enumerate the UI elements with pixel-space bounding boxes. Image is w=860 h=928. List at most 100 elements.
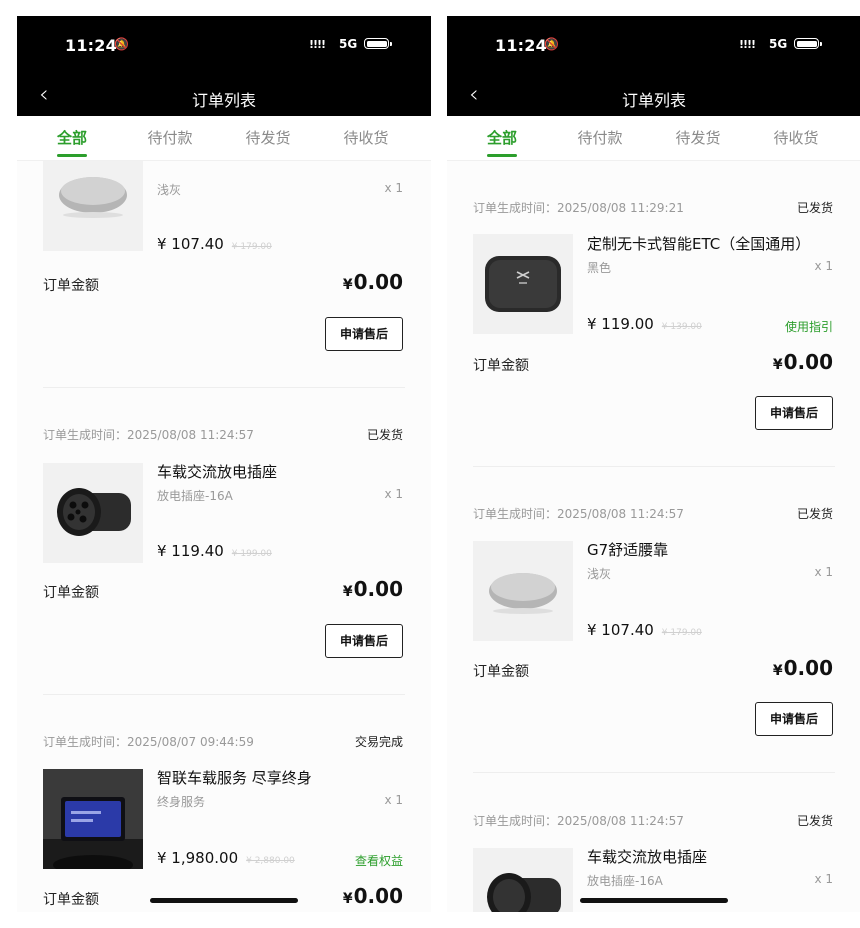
tab-all[interactable]: 全部 bbox=[32, 127, 112, 157]
currency-symbol: ¥ bbox=[772, 663, 783, 679]
order-list[interactable]: 浅灰 x 1 ¥ 107.40 ¥ 179.00 订单金额 ¥0.00 申请售后 … bbox=[17, 161, 431, 912]
product-quantity: x 1 bbox=[384, 487, 403, 501]
product-quantity: x 1 bbox=[814, 565, 833, 579]
aftersale-button[interactable]: 申请售后 bbox=[755, 396, 833, 430]
aftersale-button[interactable]: 申请售后 bbox=[755, 702, 833, 736]
page-title: 订单列表 bbox=[191, 91, 256, 110]
tab-label: 待付款 bbox=[577, 129, 623, 147]
product-image-discharge-socket[interactable] bbox=[473, 848, 573, 912]
aftersale-button[interactable]: 申请售后 bbox=[325, 624, 403, 658]
order-time: 订单生成时间：2025/08/08 11:24:57 bbox=[473, 814, 684, 828]
currency-symbol: ¥ bbox=[342, 584, 353, 600]
order-time: 订单生成时间：2025/08/08 11:29:21 bbox=[473, 201, 684, 215]
product-image-lumbar-pillow[interactable] bbox=[473, 541, 573, 641]
order-time: 订单生成时间：2025/08/07 09:44:59 bbox=[43, 735, 254, 749]
product-price: ¥ 119.00 ¥ 139.00 bbox=[587, 315, 702, 333]
order-status: 交易完成 bbox=[354, 735, 403, 749]
tab-all[interactable]: 全部 bbox=[462, 127, 542, 157]
view-benefits-link[interactable]: 查看权益 bbox=[355, 852, 403, 869]
signal-icon: !!!! bbox=[739, 38, 756, 51]
tab-label: 全部 bbox=[486, 129, 517, 147]
status-time: 11:24 bbox=[495, 36, 547, 55]
order-status: 已发货 bbox=[796, 814, 833, 828]
bell-slash-icon: 🔕 bbox=[544, 37, 559, 51]
price-value: ¥ 107.40 bbox=[587, 621, 654, 639]
order-list[interactable]: 订单生成时间：2025/08/08 11:29:21 已发货 定制无卡式智能ET… bbox=[447, 161, 860, 912]
product-name[interactable]: 车载交流放电插座 bbox=[157, 461, 277, 482]
tab-label: 全部 bbox=[56, 129, 87, 147]
product-price: ¥ 1,980.00 ¥ 2,880.00 bbox=[157, 849, 295, 867]
order-amount-label: 订单金额 bbox=[473, 664, 529, 680]
tab-label: 待收货 bbox=[773, 129, 819, 147]
product-quantity: x 1 bbox=[814, 259, 833, 273]
price-value: ¥ 1,980.00 bbox=[157, 849, 239, 867]
order-amount-value: ¥0.00 bbox=[773, 656, 833, 680]
original-price: ¥ 179.00 bbox=[661, 628, 702, 638]
bell-slash-icon: 🔕 bbox=[114, 37, 129, 51]
currency-symbol: ¥ bbox=[342, 891, 353, 907]
amount: 0.00 bbox=[783, 656, 833, 680]
product-image-connected-service[interactable] bbox=[43, 769, 143, 869]
product-spec: 黑色 bbox=[587, 261, 612, 275]
phone-screen-left: 11:24 🔕 !!!! 5G ‹ 订单列表 全部 待付款 待发货 待收货 浅灰… bbox=[17, 16, 431, 912]
tab-label: 待付款 bbox=[147, 129, 193, 147]
product-name[interactable]: 定制无卡式智能ETC（全国通用） bbox=[587, 233, 810, 254]
divider bbox=[43, 387, 405, 388]
status-bar: 11:24 🔕 !!!! 5G bbox=[447, 16, 860, 76]
home-indicator[interactable] bbox=[150, 898, 298, 903]
battery-icon bbox=[364, 38, 392, 49]
active-tab-indicator bbox=[487, 154, 517, 157]
product-image-discharge-socket[interactable] bbox=[43, 463, 143, 563]
tab-label: 待收货 bbox=[343, 129, 389, 147]
price-value: ¥ 119.00 bbox=[587, 315, 654, 333]
product-spec: 终身服务 bbox=[157, 795, 206, 809]
product-quantity: x 1 bbox=[384, 793, 403, 807]
status-bar: 11:24 🔕 !!!! 5G bbox=[17, 16, 431, 76]
order-amount-value: ¥0.00 bbox=[343, 270, 403, 294]
order-status: 已发货 bbox=[796, 507, 833, 521]
product-name[interactable]: 车载交流放电插座 bbox=[587, 846, 707, 867]
tab-bar: 全部 待付款 待发货 待收货 bbox=[447, 116, 860, 161]
divider bbox=[43, 694, 405, 695]
product-quantity: x 1 bbox=[384, 181, 403, 195]
network-type: 5G bbox=[339, 37, 358, 51]
product-image-lumbar-pillow[interactable] bbox=[43, 161, 143, 251]
tab-label: 待发货 bbox=[245, 129, 291, 147]
signal-icon: !!!! bbox=[309, 38, 326, 51]
tab-label: 待发货 bbox=[675, 129, 721, 147]
usage-guide-link[interactable]: 使用指引 bbox=[785, 318, 833, 335]
product-price: ¥ 107.40 ¥ 179.00 bbox=[587, 621, 702, 639]
order-time: 订单生成时间：2025/08/08 11:24:57 bbox=[473, 507, 684, 521]
amount: 0.00 bbox=[353, 884, 403, 908]
price-value: ¥ 107.40 bbox=[157, 235, 224, 253]
order-time: 订单生成时间：2025/08/08 11:24:57 bbox=[43, 428, 254, 442]
phone-screen-right: 11:24 🔕 !!!! 5G ‹ 订单列表 全部 待付款 待发货 待收货 订单… bbox=[447, 16, 860, 912]
currency-symbol: ¥ bbox=[772, 357, 783, 373]
home-indicator[interactable] bbox=[580, 898, 728, 903]
tab-pending-shipment[interactable]: 待发货 bbox=[658, 127, 738, 148]
price-value: ¥ 119.40 bbox=[157, 542, 224, 560]
divider bbox=[473, 466, 835, 467]
page-title: 订单列表 bbox=[621, 91, 686, 110]
nav-bar: ‹ 订单列表 bbox=[17, 76, 431, 116]
tab-pending-receipt[interactable]: 待收货 bbox=[756, 127, 836, 148]
product-spec: 放电插座-16A bbox=[157, 489, 233, 503]
tab-pending-receipt[interactable]: 待收货 bbox=[326, 127, 406, 148]
product-image-etc-device[interactable] bbox=[473, 234, 573, 334]
tab-bar: 全部 待付款 待发货 待收货 bbox=[17, 116, 431, 161]
network-type: 5G bbox=[769, 37, 788, 51]
nav-bar: ‹ 订单列表 bbox=[447, 76, 860, 116]
aftersale-button[interactable]: 申请售后 bbox=[325, 317, 403, 351]
product-price: ¥ 119.40 ¥ 199.00 bbox=[157, 542, 272, 560]
tab-pending-payment[interactable]: 待付款 bbox=[560, 127, 640, 148]
product-name[interactable]: G7舒适腰靠 bbox=[587, 539, 668, 560]
order-amount-value: ¥0.00 bbox=[343, 884, 403, 908]
product-name[interactable]: 智联车载服务 尽享终身 bbox=[157, 767, 312, 788]
amount: 0.00 bbox=[353, 577, 403, 601]
amount: 0.00 bbox=[353, 270, 403, 294]
product-price: ¥ 107.40 ¥ 179.00 bbox=[157, 235, 272, 253]
tab-pending-payment[interactable]: 待付款 bbox=[130, 127, 210, 148]
tab-pending-shipment[interactable]: 待发货 bbox=[228, 127, 308, 148]
product-quantity: x 1 bbox=[814, 872, 833, 886]
currency-symbol: ¥ bbox=[342, 277, 353, 293]
